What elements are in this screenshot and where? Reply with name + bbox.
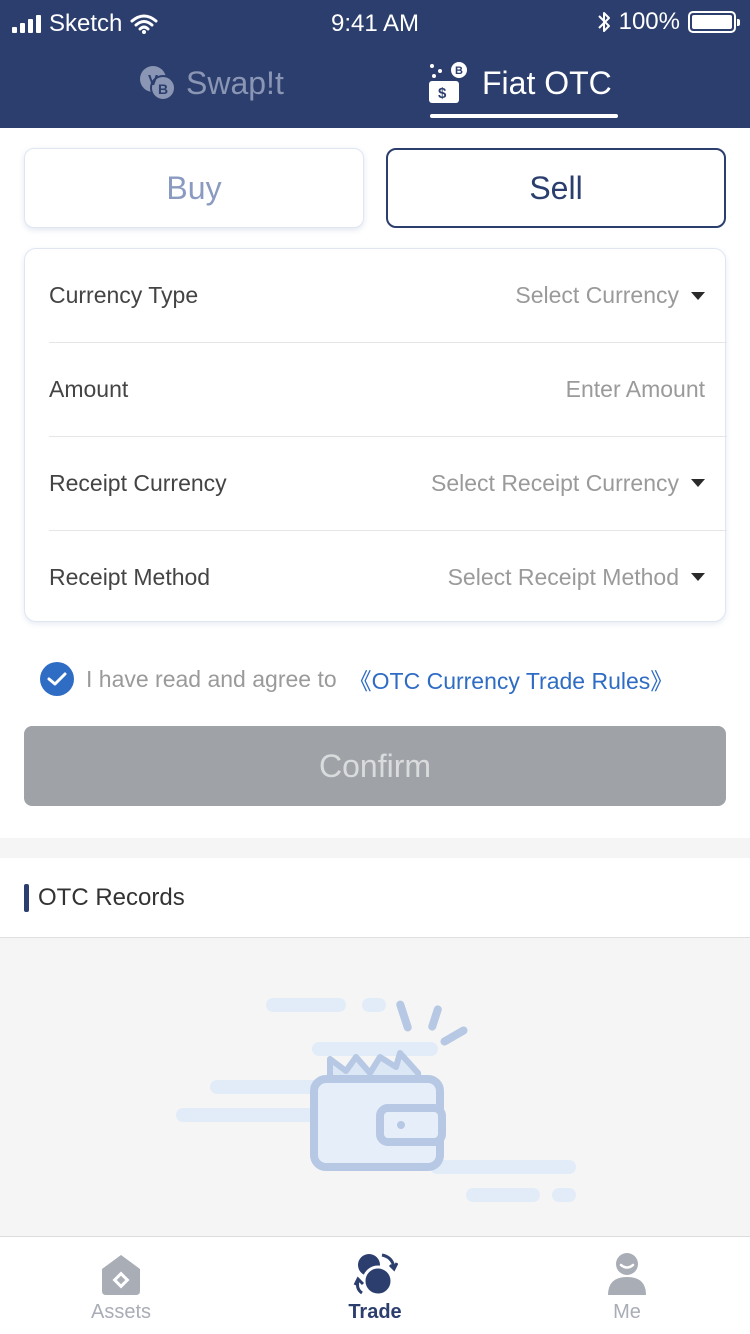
receipt-method-select[interactable]: Select Receipt Method (448, 564, 705, 591)
svg-text:B: B (158, 81, 168, 97)
sell-button[interactable]: Sell (386, 148, 726, 228)
records-empty-state (0, 939, 750, 1235)
me-icon (608, 1253, 646, 1295)
amount-input[interactable]: Enter Amount (566, 376, 705, 403)
bluetooth-icon (597, 12, 610, 32)
svg-text:$: $ (438, 85, 447, 102)
buy-button[interactable]: Buy (24, 148, 364, 228)
caret-down-icon (691, 291, 705, 300)
bottom-tabbar: Assets Trade Me (0, 1236, 750, 1334)
caret-down-icon (691, 479, 705, 487)
tab-fiat-otc[interactable]: B $ Fiat OTC (428, 62, 612, 104)
trade-rules-link[interactable]: 《OTC Currency Trade Rules》 (349, 662, 674, 696)
tab-trade-label: Trade (348, 1301, 402, 1323)
trade-icon (353, 1253, 398, 1297)
svg-text:B: B (455, 65, 463, 77)
currency-type-row[interactable]: Currency Type Select Currency (49, 249, 727, 342)
header: Sketch 9:41 AM 100% V B Swap!t B $ Fiat … (0, 0, 750, 128)
tab-swapit[interactable]: V B Swap!t (136, 62, 284, 104)
swapit-icon: V B (140, 66, 176, 101)
otc-form-section: Buy Sell Currency Type Select Currency A… (0, 128, 750, 838)
status-right: 100% (597, 8, 740, 36)
tab-assets-label: Assets (90, 1301, 152, 1323)
receipt-currency-row[interactable]: Receipt Currency Select Receipt Currency (49, 436, 727, 529)
amount-row[interactable]: Amount Enter Amount (49, 342, 727, 435)
receipt-currency-label: Receipt Currency (49, 469, 227, 496)
tab-me-label: Me (613, 1301, 641, 1323)
receipt-method-row[interactable]: Receipt Method Select Receipt Method (49, 530, 727, 623)
currency-type-label: Currency Type (49, 282, 199, 308)
receipt-currency-select[interactable]: Select Receipt Currency (431, 470, 705, 497)
tab-swapit-label: Swap!t (186, 64, 284, 101)
agreement: I have read and agree to 《OTC Currency T… (40, 662, 673, 696)
agree-text: I have read and agree to (86, 665, 337, 692)
amount-placeholder: Enter Amount (565, 375, 705, 402)
tab-active-indicator (430, 114, 618, 118)
otc-records-title: OTC Records (38, 884, 185, 911)
trade-form: Currency Type Select Currency Amount Ent… (24, 248, 727, 623)
receipt-method-placeholder: Select Receipt Method (447, 563, 679, 590)
status-bar: Sketch 9:41 AM 100% (0, 0, 750, 44)
tab-fiat-otc-label: Fiat OTC (482, 64, 612, 101)
tab-me[interactable]: Me (552, 1251, 702, 1324)
svg-text:V: V (148, 72, 158, 89)
receipt-method-label: Receipt Method (49, 563, 211, 590)
receipt-currency-placeholder: Select Receipt Currency (431, 469, 679, 496)
caret-down-icon (691, 573, 705, 581)
checkmark-icon (47, 672, 67, 686)
assets-icon (102, 1255, 140, 1295)
empty-wallet-icon (176, 998, 576, 1202)
confirm-button[interactable]: Confirm (24, 726, 726, 806)
currency-type-select[interactable]: Select Currency (515, 282, 705, 309)
currency-type-placeholder: Select Currency (515, 282, 679, 308)
amount-label: Amount (49, 375, 129, 402)
battery-icon (688, 11, 740, 33)
tab-assets[interactable]: Assets (46, 1251, 196, 1324)
battery-percent: 100% (618, 8, 680, 35)
tab-trade[interactable]: Trade (300, 1251, 450, 1324)
section-marker (24, 884, 29, 912)
fiat-otc-icon: B $ (429, 62, 467, 103)
otc-records-header: OTC Records (0, 858, 750, 938)
agree-checkbox[interactable] (40, 662, 74, 696)
